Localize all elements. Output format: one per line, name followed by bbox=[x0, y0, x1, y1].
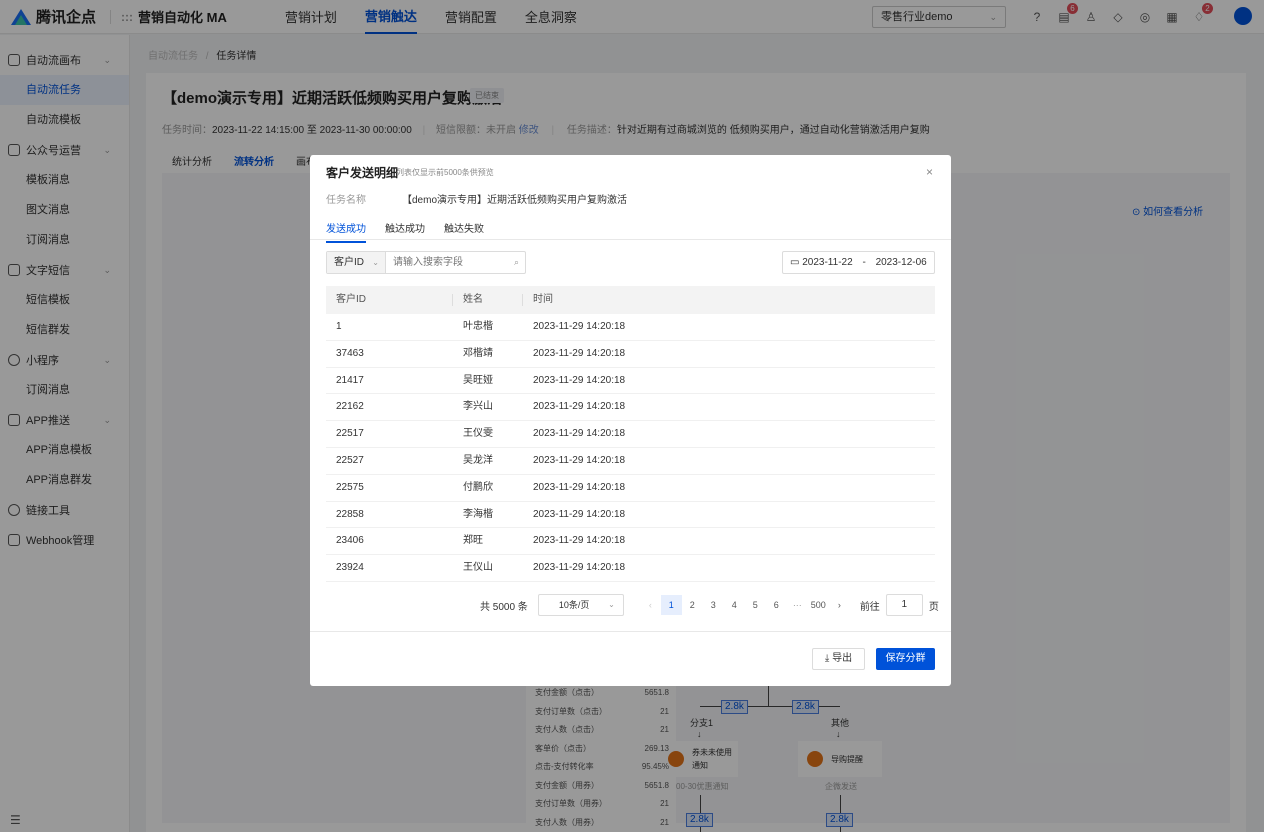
search-icon[interactable]: ⌕ bbox=[514, 257, 519, 268]
page-size-select[interactable]: 10条/页 ⌄ bbox=[537, 594, 624, 616]
page-ellipsis[interactable]: ··· bbox=[787, 595, 808, 615]
search-input[interactable] bbox=[386, 252, 525, 273]
task-name-value: 【demo演示专用】近期活跃低频购买用户复购激活 bbox=[402, 195, 628, 206]
cell-name: 邓楷靖 bbox=[463, 347, 493, 359]
chevron-down-icon: ⌄ bbox=[372, 258, 379, 267]
table-row: 22527 吴龙洋 2023-11-29 14:20:18 bbox=[326, 448, 935, 475]
cell-name: 郑旺 bbox=[463, 535, 483, 547]
column-header: 客户ID bbox=[326, 286, 453, 314]
pagination: 共 5000 条 10条/页 ⌄ ‹ 1 2 3 4 5 6 ··· 500 ›… bbox=[480, 594, 939, 616]
table-row: 21417 吴旺娅 2023-11-29 14:20:18 bbox=[326, 368, 935, 395]
table-row: 23406 郑旺 2023-11-29 14:20:18 bbox=[326, 528, 935, 556]
page-number[interactable]: 5 bbox=[745, 595, 766, 615]
cell-name: 王仪雯 bbox=[463, 428, 493, 440]
page-number[interactable]: 3 bbox=[703, 595, 724, 615]
page-size-value: 10条/页 bbox=[558, 600, 590, 610]
cell-id: 22162 bbox=[336, 401, 364, 413]
cell-id: 23406 bbox=[336, 535, 364, 547]
cell-name: 付鹏欣 bbox=[463, 481, 493, 493]
cell-id: 22527 bbox=[336, 454, 364, 466]
cell-time: 2023-11-29 14:20:18 bbox=[533, 508, 626, 520]
date-start: 2023-11-22 bbox=[802, 257, 853, 268]
cell-id: 22575 bbox=[336, 481, 364, 493]
goto-label: 前往 bbox=[859, 601, 880, 613]
cell-name: 吴龙洋 bbox=[463, 454, 493, 466]
close-icon[interactable]: × bbox=[926, 165, 933, 179]
cell-time: 2023-11-29 14:20:18 bbox=[533, 454, 626, 466]
goto-page-input[interactable]: 1 bbox=[885, 594, 923, 616]
page-number[interactable]: 500 bbox=[808, 595, 829, 615]
goto-unit: 页 bbox=[928, 601, 939, 613]
page-number[interactable]: 6 bbox=[766, 595, 787, 615]
date-end: 2023-12-06 bbox=[875, 257, 927, 268]
customer-send-detail-modal: 客户发送明细 列表仅显示前5000条供预览 × 任务名称 【demo演示专用】近… bbox=[310, 155, 951, 686]
cell-id: 21417 bbox=[336, 374, 364, 386]
date-range-picker[interactable]: ▭ 2023-11-22 - 2023-12-06 bbox=[782, 251, 935, 274]
table-row: 22517 王仪雯 2023-11-29 14:20:18 bbox=[326, 421, 935, 448]
search-field: 客户ID ⌄ ⌕ bbox=[326, 251, 526, 274]
cell-id: 23924 bbox=[336, 562, 364, 574]
table-row: 37463 邓楷靖 2023-11-29 14:20:18 bbox=[326, 341, 935, 368]
column-header: 姓名 bbox=[453, 286, 523, 314]
customer-table: 客户ID 姓名 时间 1 叶忠楷 2023-11-29 14:20:18 37463… bbox=[326, 286, 935, 582]
cell-time: 2023-11-29 14:20:18 bbox=[533, 562, 626, 574]
table-header: 客户ID 姓名 时间 bbox=[326, 286, 935, 314]
cell-id: 22517 bbox=[336, 428, 364, 440]
pagination-total: 共 5000 条 bbox=[480, 601, 528, 613]
table-row: 22575 付鹏欣 2023-11-29 14:20:18 bbox=[326, 475, 935, 502]
cell-name: 吴旺娅 bbox=[463, 374, 493, 386]
cell-name: 叶忠楷 bbox=[463, 321, 493, 332]
cell-time: 2023-11-29 14:20:18 bbox=[533, 374, 626, 386]
table-row: 22858 李海楷 2023-11-29 14:20:18 bbox=[326, 502, 935, 529]
divider bbox=[310, 631, 951, 632]
cell-time: 2023-11-29 14:20:18 bbox=[533, 347, 626, 359]
cell-name: 李海楷 bbox=[463, 508, 493, 520]
cell-time: 2023-11-29 14:20:18 bbox=[533, 428, 626, 440]
chevron-down-icon: ⌄ bbox=[608, 600, 615, 609]
table-row: 1 叶忠楷 2023-11-29 14:20:18 bbox=[326, 314, 935, 341]
cell-id: 1 bbox=[336, 321, 342, 332]
cell-name: 王仪山 bbox=[463, 562, 493, 574]
modal-subtitle: 列表仅显示前5000条供预览 bbox=[396, 168, 494, 177]
divider bbox=[310, 239, 951, 240]
search-field-select[interactable]: 客户ID ⌄ bbox=[327, 252, 386, 273]
prev-page-icon[interactable]: ‹ bbox=[640, 595, 661, 615]
download-icon: ⤓ bbox=[824, 653, 833, 664]
cell-time: 2023-11-29 14:20:18 bbox=[533, 401, 626, 413]
modal-title: 客户发送明细 bbox=[326, 166, 399, 180]
page-number[interactable]: 2 bbox=[682, 595, 703, 615]
page-number[interactable]: 1 bbox=[660, 595, 682, 615]
search-field-select-value: 客户ID bbox=[334, 257, 364, 268]
cell-name: 李兴山 bbox=[463, 401, 493, 413]
next-page-icon[interactable]: › bbox=[829, 595, 850, 615]
export-button-label: 导出 bbox=[832, 653, 853, 664]
page-number[interactable]: 4 bbox=[724, 595, 745, 615]
cell-id: 22858 bbox=[336, 508, 364, 520]
table-row: 22162 李兴山 2023-11-29 14:20:18 bbox=[326, 394, 935, 422]
cell-time: 2023-11-29 14:20:18 bbox=[533, 481, 626, 493]
export-button[interactable]: ⤓ 导出 bbox=[812, 648, 865, 670]
cell-id: 37463 bbox=[336, 347, 364, 359]
cell-time: 2023-11-29 14:20:18 bbox=[533, 535, 626, 547]
table-row: 23924 王仪山 2023-11-29 14:20:18 bbox=[326, 555, 935, 582]
cell-time: 2023-11-29 14:20:18 bbox=[533, 321, 626, 332]
save-segment-button[interactable]: 保存分群 bbox=[876, 648, 935, 670]
column-header: 时间 bbox=[533, 294, 553, 305]
task-name-label: 任务名称 bbox=[326, 195, 366, 206]
date-separator: - bbox=[862, 257, 866, 268]
calendar-icon: ▭ bbox=[790, 257, 803, 268]
